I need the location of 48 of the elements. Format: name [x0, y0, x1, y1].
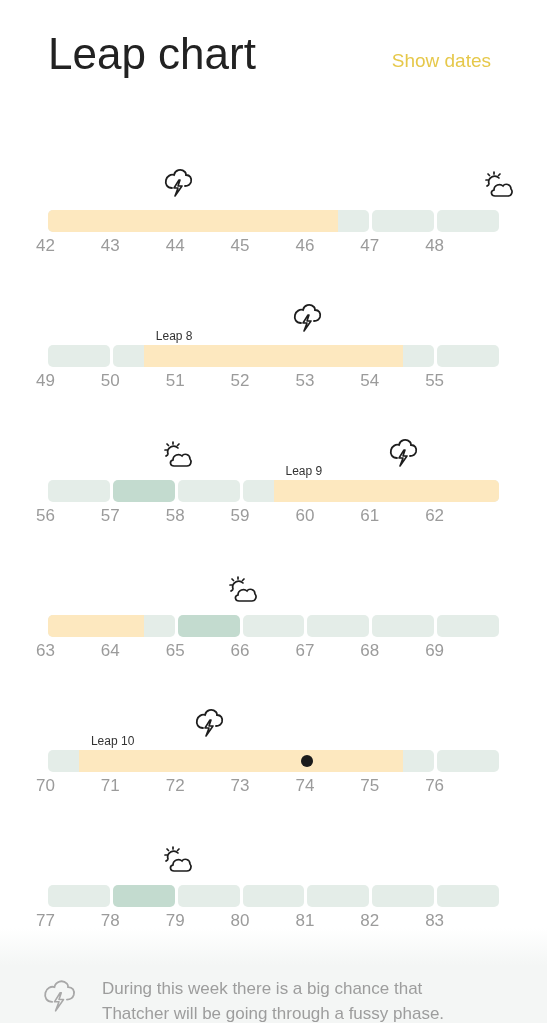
show-dates-link[interactable]: Show dates [391, 50, 491, 72]
leap-label: Leap 10 [90, 734, 135, 748]
week-number: 81 [295, 911, 315, 931]
week-number: 68 [360, 641, 380, 661]
info-text: During this week there is a big chance that Thatcher will be going through a fussy phase. [102, 978, 446, 1023]
week-number: 80 [230, 911, 250, 931]
leap-label: Leap 8 [155, 329, 193, 343]
week-number: 53 [295, 371, 315, 391]
week-number: 51 [165, 371, 185, 391]
week-number: 48 [425, 236, 445, 256]
week-number: 46 [295, 236, 315, 256]
week-number: 62 [425, 506, 445, 526]
week-number: 82 [360, 911, 380, 931]
week-number: 50 [100, 371, 120, 391]
week-number: 52 [230, 371, 250, 391]
week-number: 45 [230, 236, 250, 256]
week-number: 70 [36, 776, 55, 796]
week-number: 56 [36, 506, 55, 526]
week-number: 69 [425, 641, 445, 661]
week-number: 60 [295, 506, 315, 526]
week-number: 63 [36, 641, 55, 661]
week-number: 44 [165, 236, 185, 256]
week-number: 73 [230, 776, 250, 796]
week-number: 74 [295, 776, 315, 796]
week-number: 42 [36, 236, 55, 256]
page-title: Leap chart [48, 28, 256, 80]
week-number: 71 [100, 776, 120, 796]
week-number: 64 [100, 641, 120, 661]
week-number: 78 [100, 911, 120, 931]
week-number: 58 [165, 506, 185, 526]
week-number: 65 [165, 641, 185, 661]
week-number: 59 [230, 506, 250, 526]
week-number: 77 [36, 911, 55, 931]
week-number: 66 [230, 641, 250, 661]
week-number: 72 [165, 776, 185, 796]
week-number: 67 [295, 641, 315, 661]
week-number: 57 [100, 506, 120, 526]
week-number: 76 [425, 776, 445, 796]
week-number: 43 [100, 236, 120, 256]
week-number: 75 [360, 776, 380, 796]
leap-label: Leap 9 [285, 464, 323, 478]
week-number: 54 [360, 371, 380, 391]
week-number: 83 [425, 911, 445, 931]
week-number: 61 [360, 506, 380, 526]
week-number: 79 [165, 911, 185, 931]
week-number: 55 [425, 371, 445, 391]
week-number: 47 [360, 236, 380, 256]
week-number: 49 [36, 371, 55, 391]
